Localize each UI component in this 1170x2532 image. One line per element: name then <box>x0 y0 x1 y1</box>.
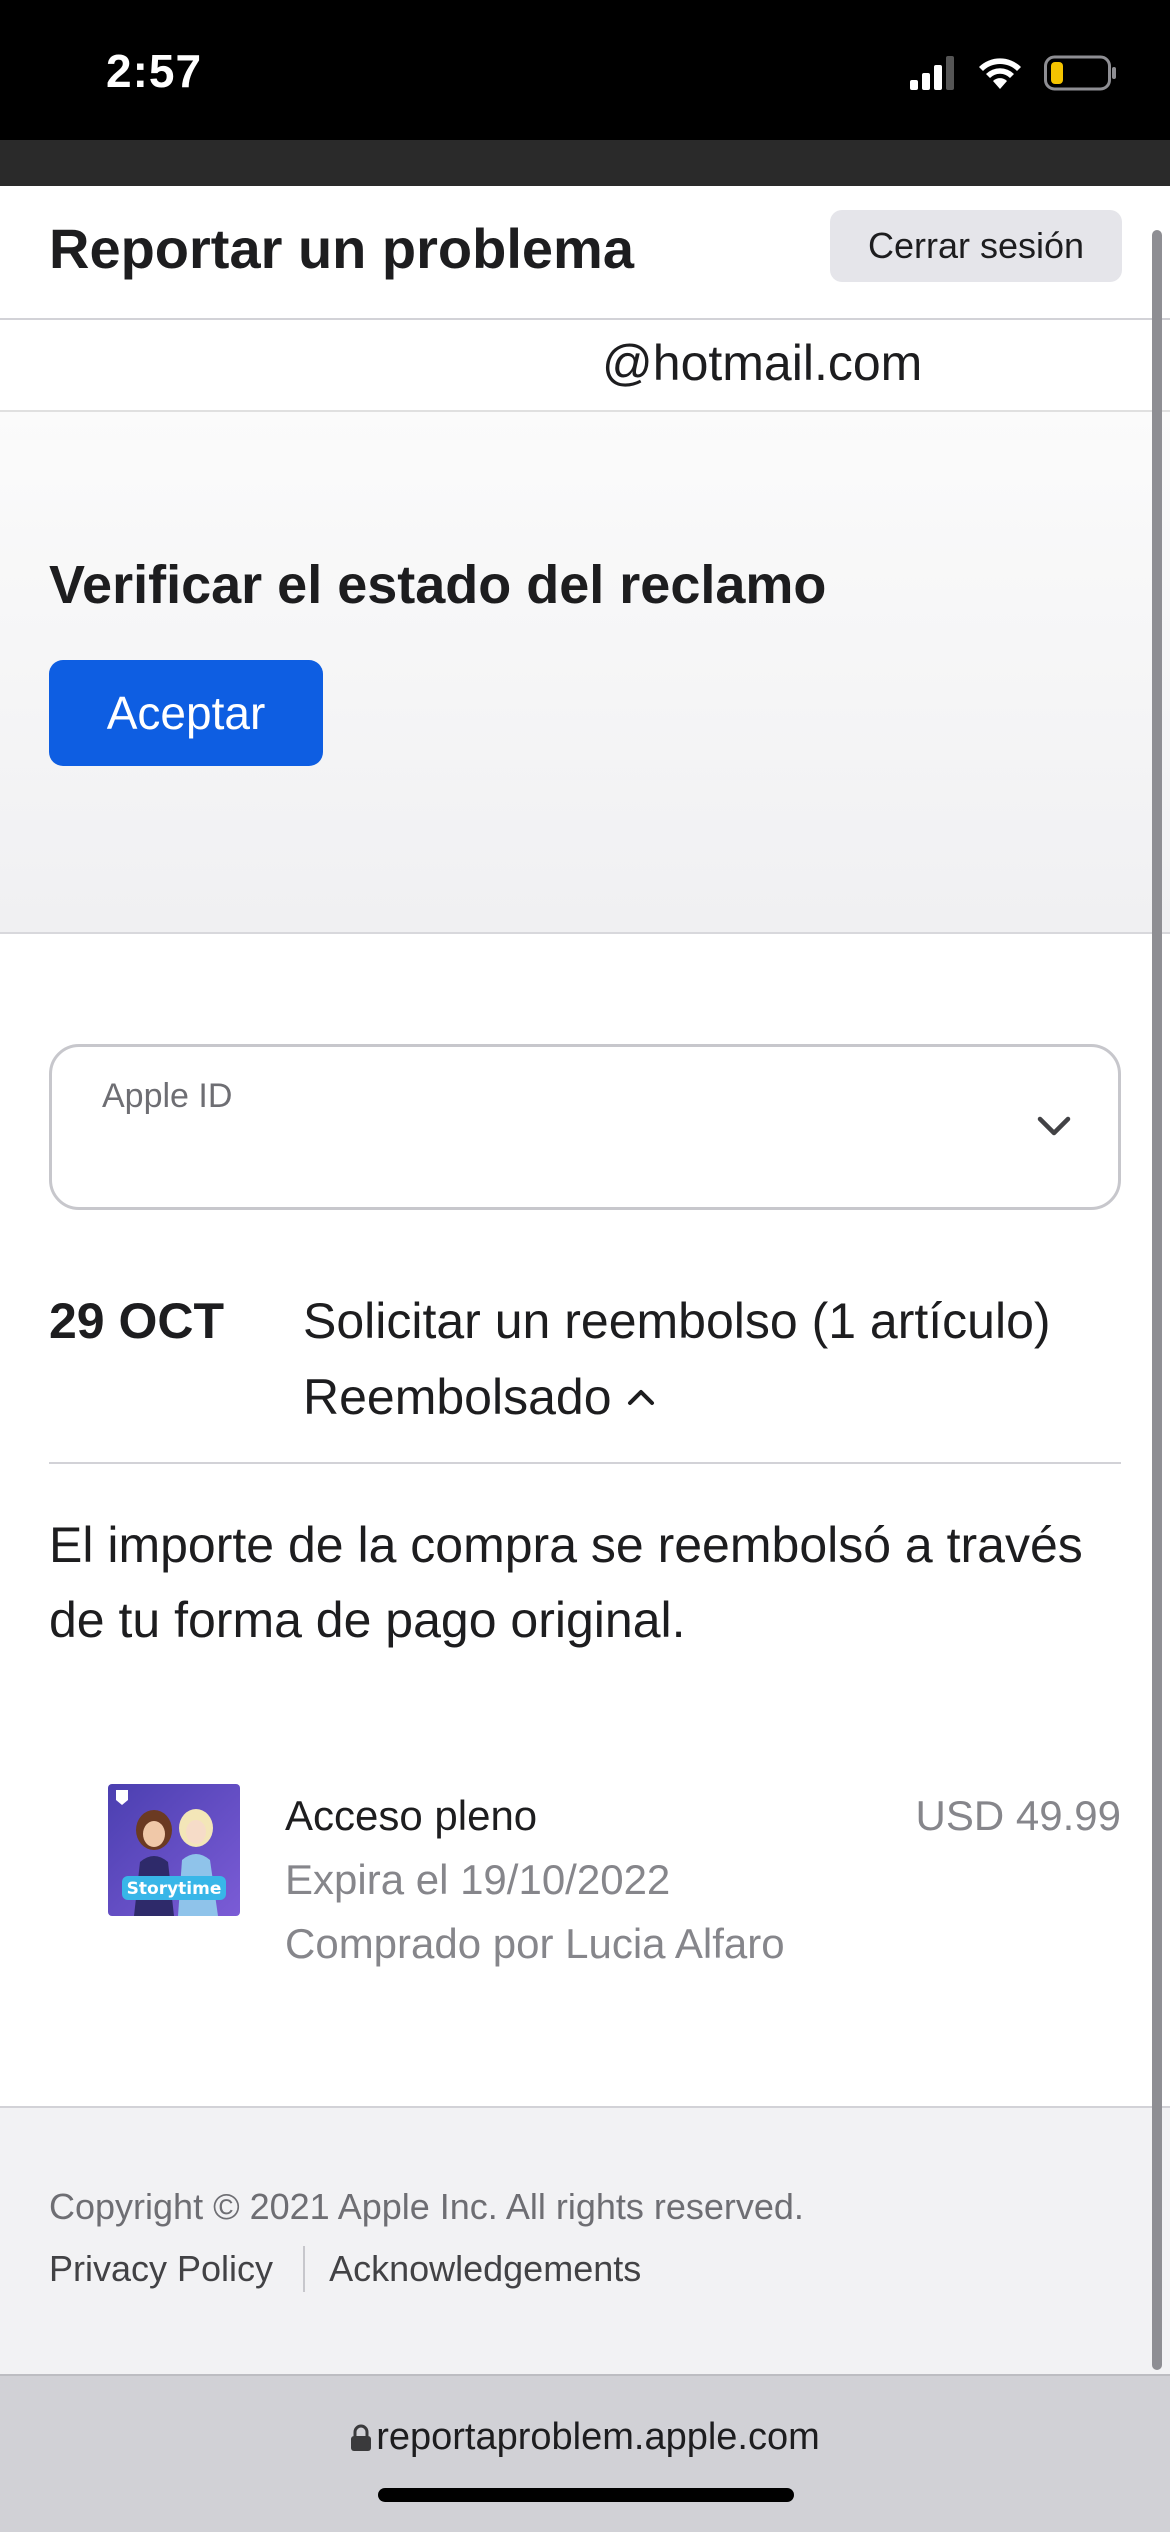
apple-id-select[interactable]: Apple ID <box>49 1044 1121 1210</box>
page-title: Reportar un problema <box>49 217 634 280</box>
page-header: Reportar un problema Cerrar sesión <box>0 186 1170 320</box>
signout-button[interactable]: Cerrar sesión <box>830 210 1122 282</box>
storytime-app-icon: Storytime <box>108 1784 240 1916</box>
refund-status-toggle[interactable]: Reembolsado <box>303 1368 656 1426</box>
refund-status-label: Reembolsado <box>303 1369 612 1425</box>
status-time: 2:57 <box>106 45 203 97</box>
acknowledgements-link[interactable]: Acknowledgements <box>329 2248 641 2290</box>
account-email: @hotmail.com <box>602 335 923 391</box>
url-text: reportaproblem.apple.com <box>376 2416 820 2458</box>
refund-date: 29 OCT <box>49 1293 225 1349</box>
lock-icon <box>351 2424 372 2451</box>
home-indicator <box>378 2488 794 2502</box>
item-expiry: Expira el 19/10/2022 <box>285 1856 671 1903</box>
item-price: USD 49.99 <box>915 1792 1121 1839</box>
status-bar: 2:57 <box>0 0 1170 140</box>
browser-toolbar-strip <box>0 140 1170 186</box>
apple-id-label: Apple ID <box>102 1077 233 1115</box>
browser-url-bar[interactable]: reportaproblem.apple.com <box>0 2374 1170 2532</box>
url-display[interactable]: reportaproblem.apple.com <box>0 2416 1170 2459</box>
account-row: @hotmail.com <box>0 320 1170 412</box>
claim-status-section: Verificar el estado del reclamo Aceptar <box>0 412 1170 934</box>
divider <box>49 1462 1121 1464</box>
svg-text:Storytime: Storytime <box>127 1879 222 1899</box>
wifi-icon <box>979 58 1021 89</box>
refund-title: Solicitar un reembolso (1 artículo) <box>303 1293 1051 1349</box>
scrollbar[interactable] <box>1152 230 1162 2370</box>
page-footer: Copyright © 2021 Apple Inc. All rights r… <box>0 2106 1170 2374</box>
chevron-down-icon <box>1037 1116 1071 1136</box>
battery-icon <box>1044 55 1116 91</box>
privacy-policy-link[interactable]: Privacy Policy <box>49 2248 273 2290</box>
item-name: Acceso pleno <box>285 1792 538 1839</box>
claim-title: Verificar el estado del reclamo <box>49 555 827 615</box>
footer-links: Privacy Policy Acknowledgements <box>49 2246 641 2292</box>
status-icons <box>910 50 1118 96</box>
footer-link-separator <box>303 2246 306 2292</box>
cellular-signal-icon <box>910 56 954 90</box>
refund-note: El importe de la compra se reembolsó a t… <box>49 1517 1083 1648</box>
accept-button[interactable]: Aceptar <box>49 660 323 766</box>
chevron-up-icon <box>627 1390 654 1405</box>
copyright-text: Copyright © 2021 Apple Inc. All rights r… <box>49 2186 804 2227</box>
item-buyer: Comprado por Lucia Alfaro <box>285 1920 785 1967</box>
